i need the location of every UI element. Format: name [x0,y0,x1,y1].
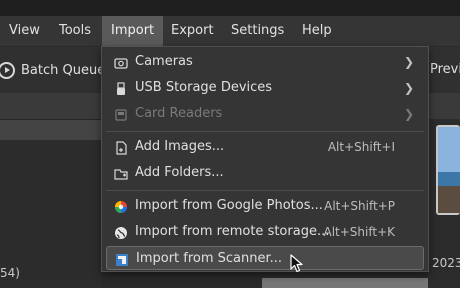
menu-item-label: USB Storage Devices [135,80,273,95]
mouse-cursor-icon [290,254,304,278]
google-photos-icon [114,199,128,213]
image-preview-edge [262,278,428,288]
menu-item-remote-storage[interactable]: Import from remote storage... Alt+Shift+… [106,220,424,244]
menu-import[interactable]: Import [102,16,164,46]
menu-item-import-scanner[interactable]: Import from Scanner... [106,246,424,270]
menu-item-label: Add Folders... [135,165,224,180]
menu-export[interactable]: Export [162,16,223,46]
sidebar-selected-row[interactable] [0,120,102,140]
usb-icon [114,81,128,95]
menu-separator [106,190,424,191]
menu-help[interactable]: Help [293,16,341,46]
window-top-strip [0,0,460,16]
import-menu-dropdown: Cameras ❯ USB Storage Devices ❯ Card Rea… [101,46,429,272]
menu-item-label: Cameras [135,54,193,69]
sidebar-count-text: 54) [0,266,20,280]
menu-item-label: Import from Google Photos... [135,198,323,213]
menu-tools[interactable]: Tools [50,16,100,46]
chevron-right-icon: ❯ [403,81,414,95]
camera-icon [114,55,128,69]
menu-item-label: Card Readers [135,106,223,121]
thumbnail-panel-header [428,93,460,119]
menu-item-label: Import from Scanner... [136,251,283,266]
menu-view[interactable]: View [0,16,49,46]
menu-item-google-photos[interactable]: Import from Google Photos... Alt+Shift+P [106,194,424,218]
photo-thumbnail[interactable] [436,125,460,215]
chevron-right-icon: ❯ [403,55,414,69]
chevron-right-icon: ❯ [403,107,414,121]
card-reader-icon [114,107,128,121]
menu-item-add-folders[interactable]: Add Folders... [106,161,424,185]
globe-icon [114,225,128,239]
menu-item-add-images[interactable]: Add Images... Alt+Shift+I [106,135,424,159]
add-folder-icon [114,166,128,180]
thumbnail-date: 2023 [432,256,460,270]
menu-item-label: Import from remote storage... [135,224,330,239]
menu-separator [106,131,424,132]
left-sidebar: 54) [0,93,102,288]
play-circle-icon [0,61,15,79]
batch-queue-label: Batch Queue [21,62,106,78]
menu-item-card-readers[interactable]: Card Readers ❯ [106,102,424,126]
menu-settings[interactable]: Settings [222,16,293,46]
menubar: View Tools Import Export Settings Help [0,16,460,47]
batch-queue-button[interactable]: Batch Queue [0,47,105,93]
preview-tab-label[interactable]: Previ [430,47,460,93]
menu-item-shortcut: Alt+Shift+P [324,199,395,213]
scanner-icon [115,252,129,266]
sidebar-header [0,93,102,120]
menu-item-shortcut: Alt+Shift+K [323,225,395,239]
menu-item-label: Add Images... [135,139,225,154]
thumbnail-panel: 2023 [428,93,460,288]
menu-item-cameras[interactable]: Cameras ❯ [106,50,424,74]
add-image-icon [114,140,128,155]
menu-item-usb-storage[interactable]: USB Storage Devices ❯ [106,76,424,100]
menu-item-shortcut: Alt+Shift+I [327,140,395,154]
